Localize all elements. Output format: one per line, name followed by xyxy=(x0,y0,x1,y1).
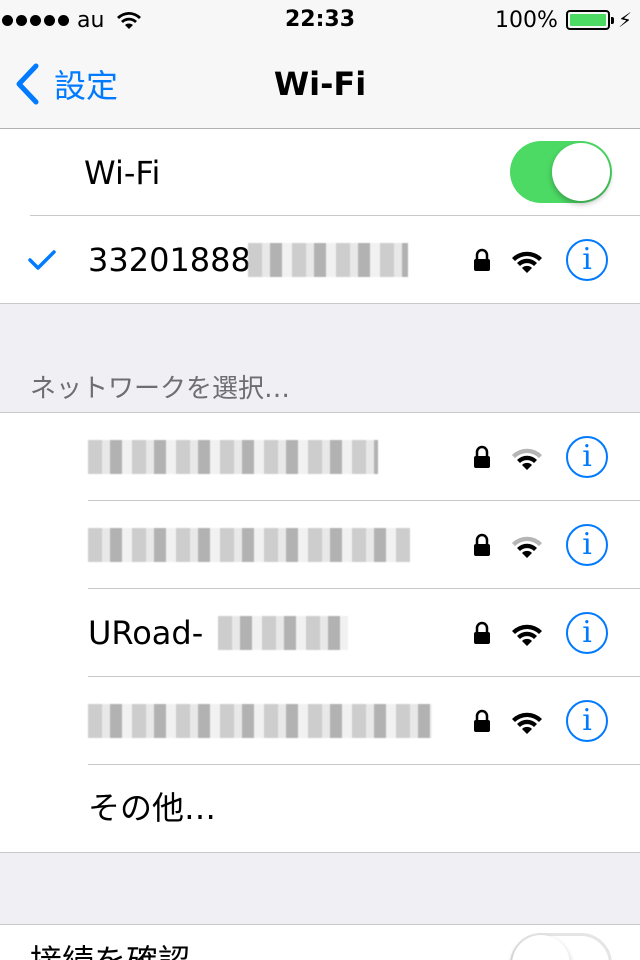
ask-join-label: 接続を確認 xyxy=(30,925,190,960)
redacted-text xyxy=(218,616,348,650)
lock-icon xyxy=(474,709,490,732)
wifi-icon xyxy=(512,624,542,646)
battery-icon xyxy=(565,10,614,30)
lock-icon xyxy=(474,248,490,271)
ask-join-row: 接続を確認 xyxy=(0,925,640,960)
wifi-toggle-row: Wi-Fi xyxy=(0,129,640,217)
lock-icon xyxy=(474,533,490,556)
connected-network-row[interactable]: 33201888 i xyxy=(0,216,640,304)
wifi-section: Wi-Fi 33201888 i xyxy=(0,129,640,303)
network-row[interactable]: URoad- i xyxy=(0,589,640,677)
chevron-left-icon xyxy=(14,59,54,109)
wifi-icon xyxy=(512,712,542,734)
network-name: URoad- xyxy=(88,614,204,652)
battery-percent: 100% xyxy=(495,7,558,33)
lock-icon xyxy=(474,445,490,468)
network-list: i i URoad- i i その他… xyxy=(0,413,640,852)
choose-network-header: ネットワークを選択… xyxy=(30,374,291,404)
info-icon[interactable]: i xyxy=(566,436,608,478)
connected-network-name: 33201888 xyxy=(88,241,251,279)
network-row[interactable]: i xyxy=(0,501,640,589)
checkmark-icon xyxy=(28,216,56,304)
lock-icon xyxy=(474,621,490,644)
status-bar: au 22:33 100% ⚡ xyxy=(0,0,640,40)
ask-join-section: 接続を確認 xyxy=(0,925,640,960)
redacted-text xyxy=(88,440,378,474)
network-row[interactable]: i xyxy=(0,677,640,765)
info-icon[interactable]: i xyxy=(566,612,608,654)
other-network-label: その他… xyxy=(88,789,217,827)
wifi-icon xyxy=(512,536,542,558)
wifi-toggle-label: Wi-Fi xyxy=(84,154,161,192)
info-icon[interactable]: i xyxy=(566,239,608,281)
redacted-text xyxy=(248,243,408,277)
back-label: 設定 xyxy=(54,67,119,105)
navigation-bar: 設定 Wi-Fi xyxy=(0,40,640,129)
network-row[interactable]: i xyxy=(0,413,640,501)
redacted-text xyxy=(88,704,432,738)
redacted-text xyxy=(88,528,410,562)
wifi-icon xyxy=(512,251,542,273)
ask-join-toggle[interactable] xyxy=(510,933,612,960)
other-network-row[interactable]: その他… xyxy=(0,765,640,852)
info-icon[interactable]: i xyxy=(566,700,608,742)
charging-icon: ⚡ xyxy=(617,8,632,32)
back-button[interactable]: 設定 xyxy=(14,40,118,128)
wifi-icon xyxy=(512,448,542,470)
info-icon[interactable]: i xyxy=(566,524,608,566)
wifi-toggle-switch[interactable] xyxy=(510,141,612,203)
